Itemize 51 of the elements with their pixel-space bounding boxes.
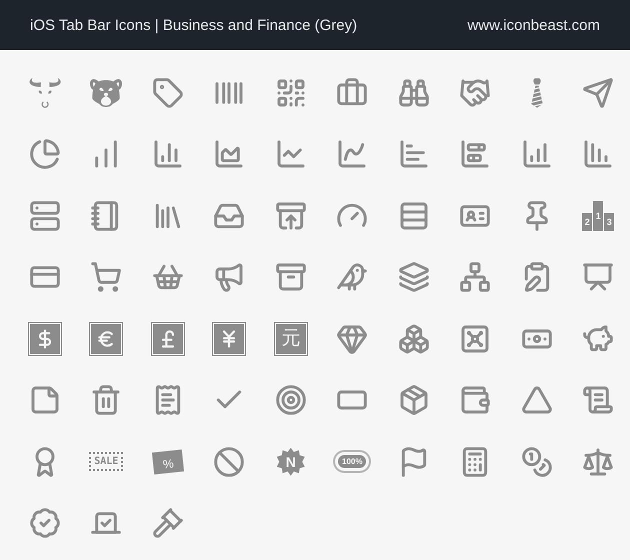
sale-sign: SALE — [89, 452, 124, 472]
pie-chart-icon — [28, 138, 61, 170]
currency-sign-icon: 元 — [276, 324, 306, 354]
bird-icon — [336, 261, 368, 294]
coins-icon — [520, 446, 553, 478]
page-title: iOS Tab Bar Icons | Business and Finance (Grey) — [30, 16, 358, 34]
guarantee-badge: 100% — [338, 455, 366, 468]
filing-cabinet-icon — [398, 200, 430, 232]
discount-ticket: % — [152, 449, 184, 474]
shopping-cart-icon — [90, 261, 122, 294]
wallet-icon — [459, 384, 492, 416]
pound-icon — [152, 324, 183, 354]
podium-step: 2 — [582, 212, 592, 231]
server-rack-icon — [28, 200, 61, 232]
diamond-icon — [336, 322, 368, 355]
falling-chart-icon — [582, 138, 614, 170]
stacked-bar-chart-icon — [459, 138, 492, 170]
gavel-icon — [152, 507, 184, 540]
safe-icon — [459, 322, 492, 355]
site-address: www.iconbeast.com — [467, 16, 600, 34]
scroll-icon — [582, 384, 614, 416]
column-chart-icon — [152, 138, 184, 170]
balance-scale-icon — [582, 446, 614, 478]
sticky-note-icon — [28, 384, 61, 416]
bull-head-icon — [28, 76, 62, 110]
dollar-icon — [30, 324, 60, 354]
trash-can-icon — [90, 384, 122, 416]
qr-code-icon — [274, 76, 307, 109]
podium-step: 3 — [604, 212, 614, 231]
badge-icon — [28, 507, 61, 540]
target-icon — [274, 384, 307, 416]
yen-icon — [214, 324, 244, 354]
line-chart-icon — [274, 138, 307, 170]
outbox-icon — [274, 200, 307, 232]
rising-chart-icon — [520, 138, 553, 170]
seal-badge: N — [276, 448, 305, 476]
euro-icon — [91, 324, 122, 354]
horizontal-bar-chart-icon — [398, 138, 430, 170]
archive-box-icon — [274, 261, 307, 294]
paper-stack-icon — [398, 261, 430, 294]
handshake-icon — [459, 76, 492, 109]
org-chart-icon — [459, 261, 492, 294]
curve-chart-icon — [336, 138, 368, 170]
area-chart-icon — [213, 138, 246, 170]
presentation-board-icon — [582, 261, 614, 294]
prohibited-icon — [213, 446, 246, 478]
paper-plane-icon — [582, 76, 614, 109]
megaphone-icon — [213, 261, 246, 294]
binoculars-icon — [398, 76, 430, 109]
podium-step: 1 — [593, 200, 604, 231]
price-tag-icon — [152, 76, 184, 109]
